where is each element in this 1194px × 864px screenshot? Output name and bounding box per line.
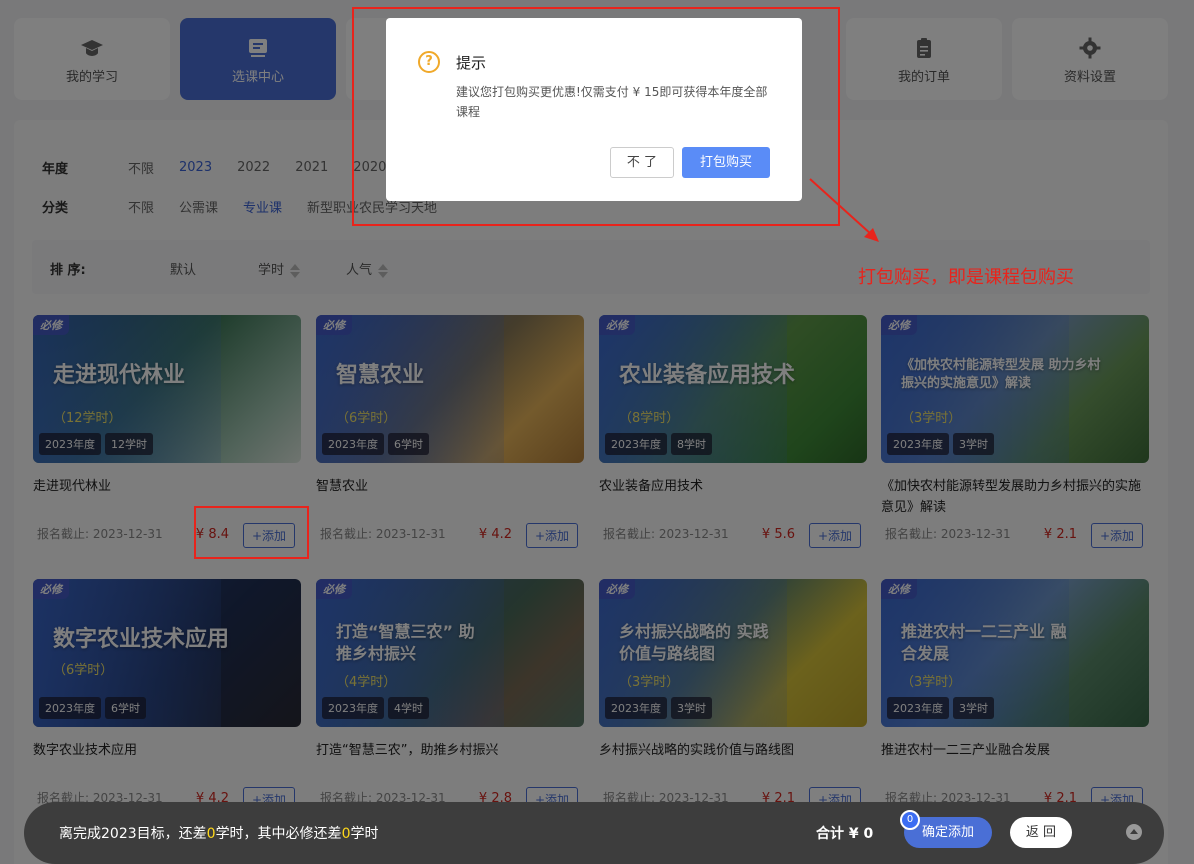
annotation-text: 打包购买，即是课程包购买 [858, 267, 1074, 288]
goal-mid: 学时，其中必修还差 [215, 826, 342, 842]
dialog-highlight-box [352, 7, 840, 226]
goal-suffix: 学时 [350, 826, 379, 842]
total-price: 合计 ¥ 0 [816, 826, 874, 842]
price-highlight-box [194, 506, 309, 559]
hours-short-value: 0 [206, 826, 216, 842]
goal-prefix: 离完成2023目标，还差 [59, 826, 207, 842]
goal-status: 离完成2023目标，还差0学时，其中必修还差0学时 [59, 823, 378, 843]
cart-count-badge: 0 [900, 810, 920, 830]
arrow-icon [809, 178, 879, 242]
back-button[interactable]: 返 回 [1010, 817, 1072, 848]
collapse-up-icon[interactable] [1126, 824, 1142, 840]
bottom-bar: 离完成2023目标，还差0学时，其中必修还差0学时 合计 ¥ 0 确定添加 0 … [24, 802, 1164, 864]
